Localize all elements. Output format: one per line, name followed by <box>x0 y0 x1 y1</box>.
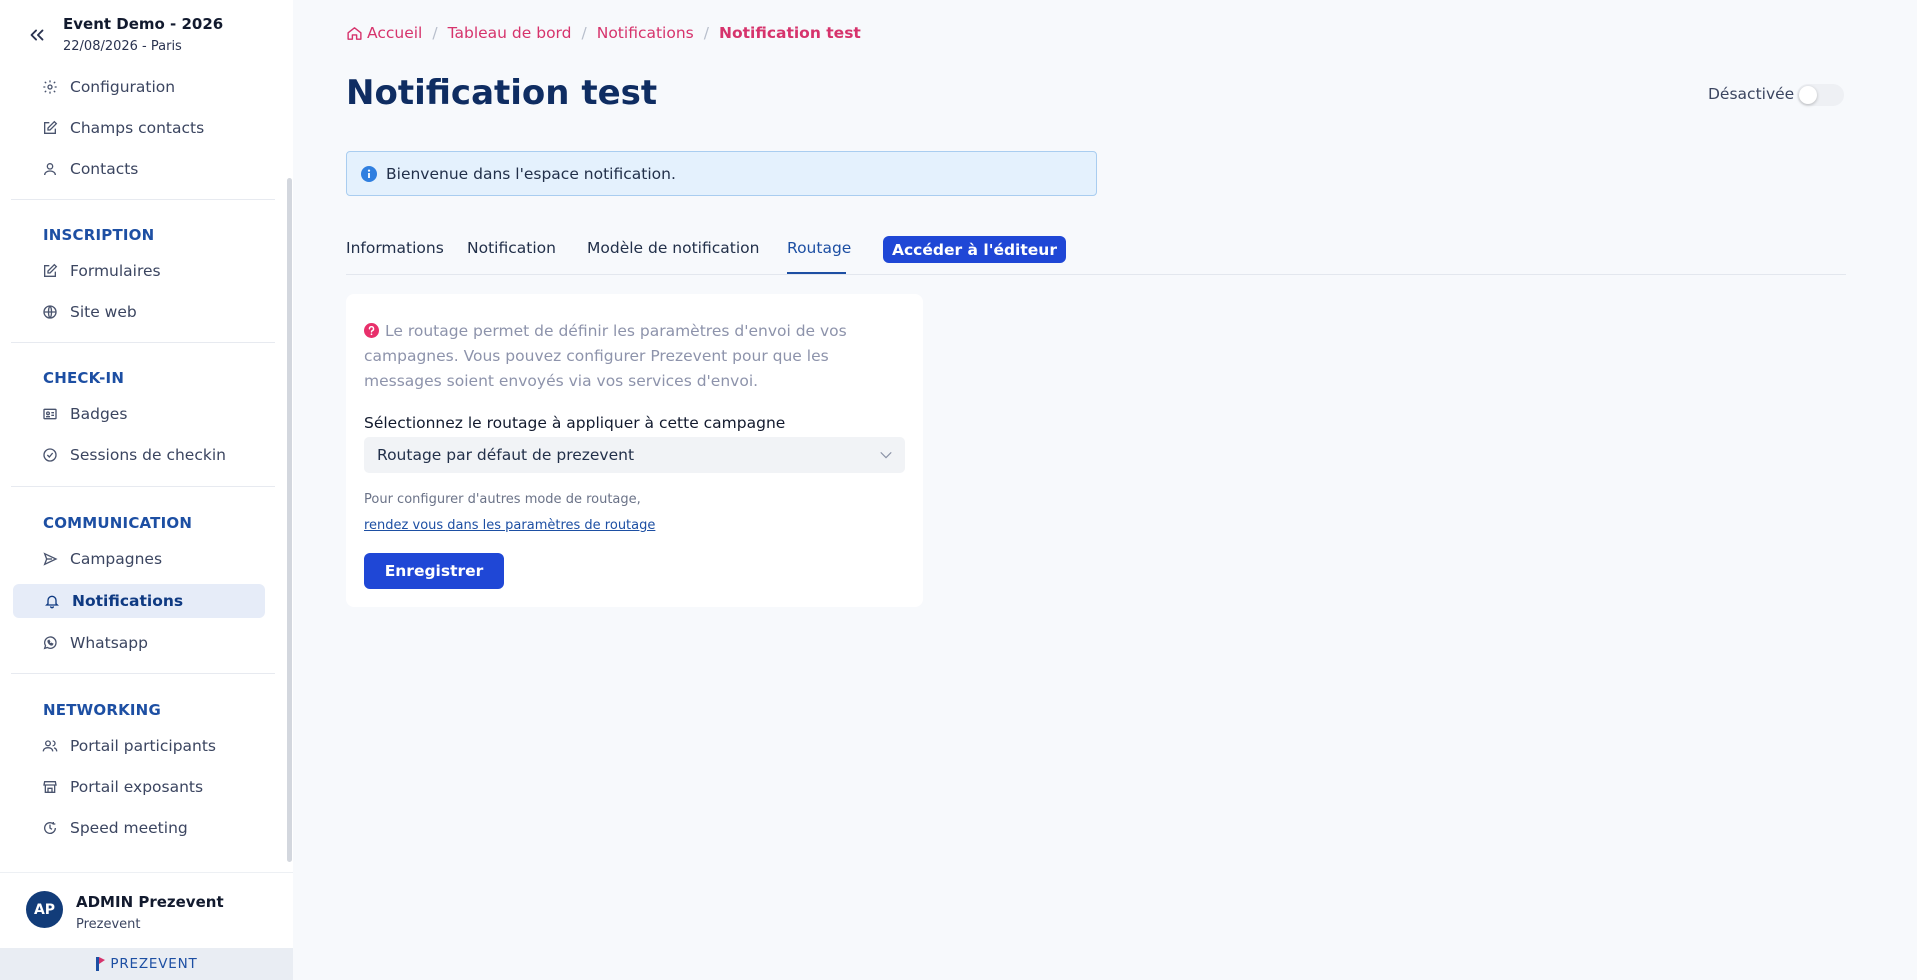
bell-icon <box>45 595 59 609</box>
sidebar-item-label: Whatsapp <box>70 634 148 652</box>
gear-icon <box>43 80 57 94</box>
brand-footer: PREZEVENT <box>0 948 293 980</box>
breadcrumb-separator: / <box>703 24 709 42</box>
sidebar-item-campagnes[interactable]: Campagnes <box>13 542 265 576</box>
section-label-inscription: INSCRIPTION <box>43 226 155 244</box>
brand-name: PREZEVENT <box>110 956 198 972</box>
chevron-down-icon <box>880 451 892 459</box>
event-date-location: 22/08/2026 - Paris <box>63 39 182 54</box>
check-circle-icon <box>43 448 57 462</box>
user-name: ADMIN Prezevent <box>76 893 224 911</box>
breadcrumb-notifications[interactable]: Notifications <box>597 24 694 42</box>
divider <box>11 673 275 674</box>
home-icon[interactable] <box>346 25 363 42</box>
info-icon <box>361 165 377 182</box>
toggle-knob <box>1799 86 1817 104</box>
breadcrumb-separator: / <box>581 24 587 42</box>
breadcrumb-home[interactable]: Accueil <box>367 24 422 42</box>
breadcrumb-separator: / <box>432 24 438 42</box>
globe-icon <box>43 305 57 319</box>
user-profile[interactable]: AP ADMIN Prezevent Prezevent <box>0 872 293 948</box>
routing-select-label: Sélectionnez le routage à appliquer à ce… <box>364 414 786 432</box>
avatar: AP <box>26 891 63 928</box>
sidebar-item-label: Champs contacts <box>70 119 205 137</box>
edit-icon <box>44 263 58 277</box>
sidebar-item-label: Badges <box>70 405 128 423</box>
help-icon <box>364 323 379 338</box>
divider <box>11 199 275 200</box>
sidebar-item-site-web[interactable]: Site web <box>13 295 265 329</box>
routing-card: Le routage permet de définir les paramèt… <box>346 294 923 607</box>
open-editor-button[interactable]: Accéder à l'éditeur <box>883 236 1066 263</box>
divider <box>11 342 275 343</box>
sidebar-item-label: Portail participants <box>70 737 217 755</box>
sidebar-item-label: Formulaires <box>70 262 161 280</box>
sidebar-item-label: Contacts <box>70 160 139 178</box>
sidebar-item-label: Speed meeting <box>70 819 188 837</box>
sidebar-item-notifications[interactable]: Notifications <box>13 584 265 618</box>
routing-select[interactable]: Routage par défaut de prezevent <box>364 437 905 473</box>
routing-select-value: Routage par défaut de prezevent <box>377 446 635 464</box>
section-label-communication: COMMUNICATION <box>43 514 193 532</box>
breadcrumb: Accueil / Tableau de bord / Notification… <box>346 24 861 42</box>
whatsapp-icon <box>43 636 57 650</box>
badge-icon <box>43 408 57 420</box>
breadcrumb-dashboard[interactable]: Tableau de bord <box>448 24 572 42</box>
sidebar-item-label: Notifications <box>72 592 184 610</box>
status-label: Désactivée <box>1708 85 1795 103</box>
active-tab-indicator <box>787 272 846 274</box>
store-icon <box>43 781 57 793</box>
main-content: Accueil / Tableau de bord / Notification… <box>293 0 1917 980</box>
page-title: Notification test <box>346 73 658 113</box>
sidebar-item-speed-meeting[interactable]: Speed meeting <box>13 811 265 845</box>
sidebar-scrollbar[interactable] <box>287 178 292 862</box>
routing-settings-link[interactable]: rendez vous dans les paramètres de routa… <box>364 518 655 533</box>
tab-routage[interactable]: Routage <box>787 239 851 257</box>
edit-icon <box>44 120 58 134</box>
sidebar-item-champs-contacts[interactable]: Champs contacts <box>13 111 265 145</box>
clock-icon <box>44 822 57 834</box>
user-organization: Prezevent <box>76 917 141 932</box>
user-icon <box>44 163 56 176</box>
sidebar-item-configuration[interactable]: Configuration <box>13 70 265 104</box>
section-label-check-in: CHECK-IN <box>43 369 125 387</box>
event-header: Event Demo - 2026 22/08/2026 - Paris <box>0 0 293 66</box>
sidebar-item-sessions-de-checkin[interactable]: Sessions de checkin <box>13 438 265 472</box>
routing-hint: Pour configurer d'autres mode de routage… <box>364 492 641 507</box>
activation-toggle[interactable] <box>1797 84 1844 106</box>
routing-help-text: Le routage permet de définir les paramèt… <box>364 322 847 390</box>
sidebar-scroll-area: Event Demo - 2026 22/08/2026 - Paris Con… <box>0 0 293 872</box>
tab-notification[interactable]: Notification <box>467 239 556 257</box>
divider <box>11 486 275 487</box>
section-label-networking: NETWORKING <box>43 701 161 719</box>
tab-informations[interactable]: Informations <box>346 239 444 257</box>
users-icon <box>42 740 58 752</box>
sidebar-item-portail-exposants[interactable]: Portail exposants <box>13 770 265 804</box>
tab-modele-de-notification[interactable]: Modèle de notification <box>587 239 759 257</box>
event-title: Event Demo - 2026 <box>63 15 224 33</box>
info-banner: Bienvenue dans l'espace notification. <box>346 151 1097 196</box>
sidebar-item-label: Sessions de checkin <box>70 446 226 464</box>
sidebar-item-portail-participants[interactable]: Portail participants <box>13 729 265 763</box>
sidebar-item-label: Site web <box>70 303 137 321</box>
sidebar-item-formulaires[interactable]: Formulaires <box>13 254 265 288</box>
send-icon <box>43 552 58 566</box>
info-banner-text: Bienvenue dans l'espace notification. <box>386 164 676 183</box>
breadcrumb-current: Notification test <box>718 24 861 42</box>
double-chevron-left-icon[interactable] <box>26 24 48 46</box>
tab-bar: Informations Notification Modèle de noti… <box>346 232 1846 275</box>
sidebar-item-label: Portail exposants <box>70 778 204 796</box>
sidebar: Event Demo - 2026 22/08/2026 - Paris Con… <box>0 0 293 980</box>
sidebar-item-contacts[interactable]: Contacts <box>13 152 265 186</box>
prezevent-logo-icon <box>96 957 106 971</box>
sidebar-item-label: Campagnes <box>70 550 163 568</box>
save-button[interactable]: Enregistrer <box>364 553 504 589</box>
sidebar-item-label: Configuration <box>70 78 176 96</box>
sidebar-item-whatsapp[interactable]: Whatsapp <box>13 626 265 660</box>
routing-help: Le routage permet de définir les paramèt… <box>364 319 904 394</box>
sidebar-item-badges[interactable]: Badges <box>13 397 265 431</box>
